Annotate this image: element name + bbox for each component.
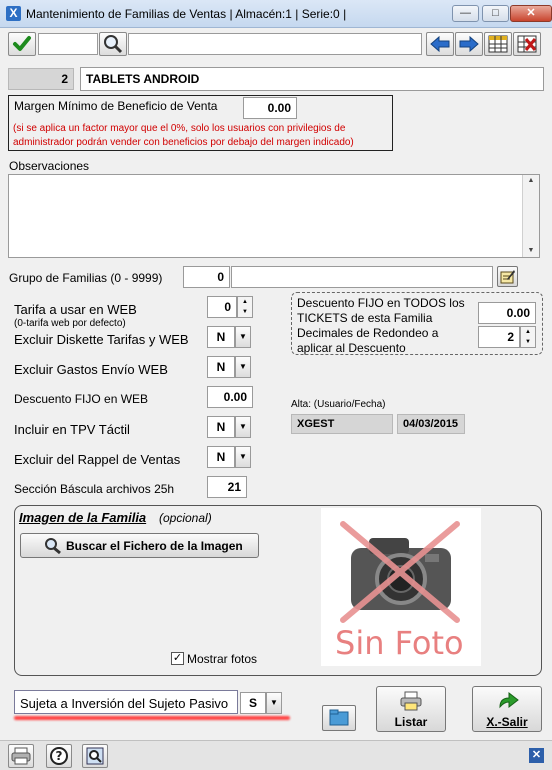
minimize-button[interactable]: — xyxy=(452,5,479,22)
rounding-decimals-label: Decimales de Redondeo a aplicar al Descu… xyxy=(297,326,439,355)
observations-textarea[interactable]: ▲ ▼ xyxy=(8,174,540,258)
group-lookup-button[interactable] xyxy=(497,266,518,287)
image-title: Imagen de la Familia xyxy=(19,510,147,525)
printer-icon xyxy=(400,691,422,711)
scale-section-input[interactable]: 21 xyxy=(207,476,247,498)
passive-subject-label: Sujeta a Inversión del Sujeto Pasivo xyxy=(20,696,229,711)
audit-user: XGEST xyxy=(291,414,393,434)
exclude-shipping-label: Excluir Gastos Envío WEB xyxy=(14,362,168,377)
search-image-button[interactable]: Buscar el Fichero de la Imagen xyxy=(20,533,259,558)
family-name-input[interactable]: TABLETS ANDROID xyxy=(80,67,544,91)
passive-subject-box: Sujeta a Inversión del Sujeto Pasivo xyxy=(14,690,238,714)
margin-label: Margen Mínimo de Beneficio de Venta xyxy=(14,99,218,113)
ticket-discount-label: Descuento FIJO en TODOS los TICKETS de e… xyxy=(297,296,465,325)
arrow-left-icon xyxy=(430,35,450,53)
ticket-discount-input[interactable]: 0.00 xyxy=(478,302,536,324)
folder-button[interactable] xyxy=(322,705,356,731)
next-record-button[interactable] xyxy=(455,32,483,56)
folder-icon xyxy=(329,709,349,726)
close-small-icon[interactable]: ✕ xyxy=(529,748,544,763)
svg-text:?: ? xyxy=(56,749,63,763)
status-bar: ? ✕ xyxy=(0,740,552,770)
help-button[interactable]: ? xyxy=(46,744,72,768)
web-tariff-hint: (0-tarifa web por defecto) xyxy=(14,318,126,329)
previous-record-button[interactable] xyxy=(426,32,454,56)
window-title: Mantenimiento de Familias de Ventas | Al… xyxy=(26,7,347,21)
exclude-shipping-select[interactable]: N xyxy=(207,356,235,378)
toolbar-description-field[interactable] xyxy=(128,33,422,55)
scale-section-label: Sección Báscula archivos 25h xyxy=(14,482,175,496)
exclude-rappel-select[interactable]: N xyxy=(207,446,235,468)
chevron-down-icon[interactable]: ▼ xyxy=(235,416,251,438)
close-button[interactable]: ✕ xyxy=(510,5,552,22)
family-image: Sin Foto xyxy=(321,508,481,666)
group-label: Grupo de Familias (0 - 9999) xyxy=(9,271,163,285)
rounding-decimals-spinner[interactable]: ▲ ▼ xyxy=(520,326,536,348)
arrow-right-icon xyxy=(459,35,479,53)
exit-arrow-icon xyxy=(499,691,519,709)
magnifier-icon xyxy=(45,538,61,555)
observations-scrollbar[interactable]: ▲ ▼ xyxy=(522,175,539,257)
camera-icon xyxy=(340,521,460,623)
list-button[interactable]: Listar xyxy=(376,686,446,732)
table-icon xyxy=(488,35,508,53)
toolbar-code-field[interactable] xyxy=(38,33,98,55)
highlight-underline xyxy=(14,716,290,720)
zoom-icon xyxy=(86,747,104,765)
group-name-field xyxy=(231,266,493,288)
confirm-button[interactable] xyxy=(8,32,36,56)
margin-note: (si se aplica un factor mayor que el 0%,… xyxy=(13,123,354,148)
no-photo-text: Sin Foto xyxy=(335,624,464,662)
fixed-discount-web-input[interactable]: 0.00 xyxy=(207,386,253,408)
rounding-decimals-input[interactable]: 2 xyxy=(478,326,520,348)
web-tariff-input[interactable]: 0 xyxy=(207,296,237,318)
exit-label: X.-Salir xyxy=(486,715,528,729)
delete-grid-button[interactable] xyxy=(513,32,541,56)
group-code-input[interactable]: 0 xyxy=(183,266,230,288)
web-tariff-label: Tarifa a usar en WEB xyxy=(14,302,137,317)
fixed-discount-web-label: Descuento FIJO en WEB xyxy=(14,392,149,406)
exclude-diskette-label: Excluir Diskette Tarifas y WEB xyxy=(14,332,189,347)
show-photos-checkbox[interactable]: ✓ xyxy=(171,652,184,665)
family-code: 2 xyxy=(8,68,74,90)
search-image-label: Buscar el Fichero de la Imagen xyxy=(66,539,243,553)
exclude-rappel-label: Excluir del Rappel de Ventas xyxy=(14,452,181,467)
show-photos-label: Mostrar fotos xyxy=(187,652,258,666)
web-tariff-spinner[interactable]: ▲ ▼ xyxy=(237,296,253,318)
exit-button[interactable]: X.-Salir xyxy=(472,686,542,732)
table-delete-icon xyxy=(517,35,537,53)
chevron-down-icon[interactable]: ▼ xyxy=(235,356,251,378)
image-optional: (opcional) xyxy=(159,511,212,525)
include-tpv-select[interactable]: N xyxy=(207,416,235,438)
passive-subject-select[interactable]: S xyxy=(240,692,266,714)
audit-label: Alta: (Usuario/Fecha) xyxy=(291,399,386,410)
search-button[interactable] xyxy=(99,32,127,56)
grid-view-button[interactable] xyxy=(484,32,512,56)
chevron-down-icon[interactable]: ▼ xyxy=(235,326,251,348)
print-icon xyxy=(11,747,31,765)
chevron-down-icon[interactable]: ▼ xyxy=(266,692,282,714)
audit-date: 04/03/2015 xyxy=(397,414,465,434)
zoom-button[interactable] xyxy=(82,744,108,768)
help-icon: ? xyxy=(50,747,68,765)
scroll-up-icon[interactable]: ▲ xyxy=(523,175,539,187)
title-bar: X Mantenimiento de Familias de Ventas | … xyxy=(0,0,552,28)
search-icon xyxy=(104,35,123,54)
maximize-button[interactable]: □ xyxy=(482,5,509,22)
include-tpv-label: Incluir en TPV Táctil xyxy=(14,422,130,437)
list-label: Listar xyxy=(394,715,428,729)
margin-input[interactable]: 0.00 xyxy=(243,97,297,119)
app-icon: X xyxy=(6,6,21,21)
observations-label: Observaciones xyxy=(9,159,90,173)
chevron-down-icon[interactable]: ▼ xyxy=(235,446,251,468)
exclude-diskette-select[interactable]: N xyxy=(207,326,235,348)
edit-note-icon xyxy=(500,270,515,284)
scroll-down-icon[interactable]: ▼ xyxy=(523,245,539,257)
check-icon xyxy=(13,36,31,51)
print-button[interactable] xyxy=(8,744,34,768)
